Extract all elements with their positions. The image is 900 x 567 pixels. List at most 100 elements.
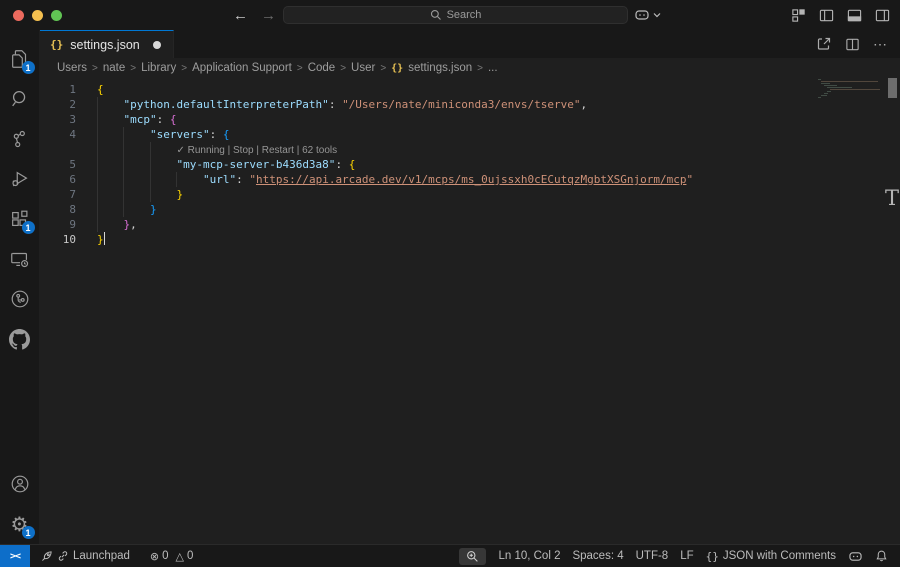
sidebar-item-extensions[interactable]: 1	[0, 199, 40, 239]
sidebar-item-remote-explorer[interactable]	[0, 239, 40, 279]
breadcrumb-item[interactable]: Code	[308, 62, 336, 74]
bell-icon	[875, 549, 888, 563]
code-line-6: 6 "url": "https://api.arcade.dev/v1/mcps…	[40, 172, 900, 187]
go-back-button[interactable]: ←	[233, 7, 248, 24]
github-icon	[9, 329, 30, 350]
indentation[interactable]: Spaces: 4	[566, 545, 629, 567]
breadcrumb-item[interactable]: Library	[141, 62, 176, 74]
code-line-7: 7 }	[40, 187, 900, 202]
rocket-icon	[40, 550, 53, 563]
crumb-separator: >	[477, 63, 483, 74]
crumb-separator: >	[380, 63, 386, 74]
customize-layout-icon[interactable]	[791, 8, 806, 23]
remote-explorer-icon	[9, 248, 31, 270]
accounts-icon	[9, 473, 31, 495]
encoding[interactable]: UTF-8	[630, 545, 675, 567]
tab-label: settings.json	[70, 38, 139, 52]
launchpad-label: Launchpad	[73, 550, 130, 562]
zoom-in-icon	[466, 550, 479, 563]
breadcrumb-item[interactable]: Users	[57, 62, 87, 74]
indent-guide	[123, 127, 124, 217]
run-debug-icon	[9, 168, 31, 190]
crumb-separator: >	[92, 63, 98, 74]
window-controls	[13, 10, 62, 21]
warning-count: 0	[187, 550, 193, 562]
language-mode[interactable]: {} JSON with Comments	[700, 545, 842, 567]
language-icon: {}	[706, 550, 719, 563]
explorer-badge: 1	[22, 61, 35, 74]
error-count: 0	[162, 550, 168, 562]
notifications-bell[interactable]	[869, 545, 894, 567]
crumb-separator: >	[340, 63, 346, 74]
toggle-secondary-sidebar-icon[interactable]	[875, 8, 890, 23]
breadcrumb-item[interactable]: nate	[103, 62, 125, 74]
eol-sequence[interactable]: LF	[674, 545, 699, 567]
vscode-window: ← → Search	[0, 0, 900, 567]
accounts-button[interactable]	[0, 464, 40, 504]
minimap[interactable]	[818, 79, 884, 99]
editor-scrollbar[interactable]	[888, 78, 897, 98]
code-line-3: 3 "mcp": {	[40, 112, 900, 127]
code-line-5: 5 "my-mcp-server-b436d3a8": {	[40, 157, 900, 172]
split-editor-icon[interactable]	[845, 37, 860, 52]
warning-icon: △	[176, 550, 184, 563]
sidebar-item-source-control[interactable]	[0, 119, 40, 159]
modified-dot[interactable]	[153, 41, 161, 49]
json-file-icon: {}	[50, 38, 63, 51]
close-button[interactable]	[13, 10, 24, 21]
launchpad-status-item[interactable]: Launchpad	[34, 545, 136, 567]
crumb-separator: >	[130, 63, 136, 74]
breadcrumb-trailing[interactable]: ...	[488, 62, 498, 74]
indent-guide	[176, 172, 177, 187]
sidebar-item-github[interactable]	[0, 319, 40, 359]
command-center-search[interactable]: Search	[283, 6, 628, 24]
breadcrumb-file[interactable]: settings.json	[408, 62, 472, 74]
sidebar-item-explorer[interactable]: 1	[0, 39, 40, 79]
crumb-separator: >	[297, 63, 303, 74]
sidebar-item-search[interactable]	[0, 79, 40, 119]
sidebar-item-run-debug[interactable]	[0, 159, 40, 199]
remote-icon: ><	[10, 551, 20, 562]
settings-gear-button[interactable]: ⚙ 1	[0, 504, 40, 544]
overlay-t-glyph: T	[885, 186, 899, 210]
cursor-position[interactable]: Ln 10, Col 2	[492, 545, 566, 567]
remote-indicator[interactable]: ><	[0, 545, 30, 567]
chevron-down-icon	[653, 12, 661, 18]
tab-bar: {} settings.json	[40, 30, 900, 58]
copilot-menu[interactable]	[634, 0, 661, 30]
copilot-status-item[interactable]	[842, 545, 869, 567]
indent-guide	[150, 142, 151, 202]
toggle-primary-sidebar-icon[interactable]	[819, 8, 834, 23]
crumb-separator: >	[181, 63, 187, 74]
codelens-row[interactable]: ✓ Running | Stop | Restart | 62 tools	[40, 142, 900, 157]
commit-graph-icon	[9, 288, 31, 310]
settings-badge: 1	[22, 526, 35, 539]
text-cursor	[104, 232, 106, 245]
source-control-icon	[9, 128, 31, 150]
activity-bar: 1	[0, 30, 40, 544]
code-editor[interactable]: 1{2 "python.defaultInterpreterPath": "/U…	[40, 78, 900, 544]
toggle-panel-icon[interactable]	[847, 8, 862, 23]
tab-settings-json[interactable]: {} settings.json	[40, 30, 174, 58]
minimize-button[interactable]	[32, 10, 43, 21]
search-icon	[430, 9, 442, 21]
open-settings-ui-icon[interactable]	[816, 36, 832, 52]
extensions-badge: 1	[22, 221, 35, 234]
copilot-icon	[634, 8, 650, 22]
link-icon	[57, 550, 69, 562]
breadcrumb-item[interactable]: Application Support	[192, 62, 292, 74]
zoom-button[interactable]	[51, 10, 62, 21]
status-bar: >< Launchpad	[0, 544, 900, 567]
code-rows: 1{2 "python.defaultInterpreterPath": "/U…	[40, 78, 900, 247]
breadcrumb-item[interactable]: User	[351, 62, 375, 74]
code-line-8: 8 }	[40, 202, 900, 217]
go-forward-button[interactable]: →	[261, 7, 276, 24]
code-line-2: 2 "python.defaultInterpreterPath": "/Use…	[40, 97, 900, 112]
json-file-icon: {}	[391, 63, 403, 74]
problems-status-item[interactable]: ⊗ 0 △ 0	[144, 545, 200, 567]
breadcrumb: Users > nate > Library > Application Support > C…	[40, 58, 900, 78]
search-view-icon	[9, 88, 31, 110]
more-actions-button[interactable]: ⋯	[873, 36, 888, 53]
sidebar-item-commit-graph[interactable]	[0, 279, 40, 319]
zoom-status-item[interactable]	[459, 548, 486, 565]
